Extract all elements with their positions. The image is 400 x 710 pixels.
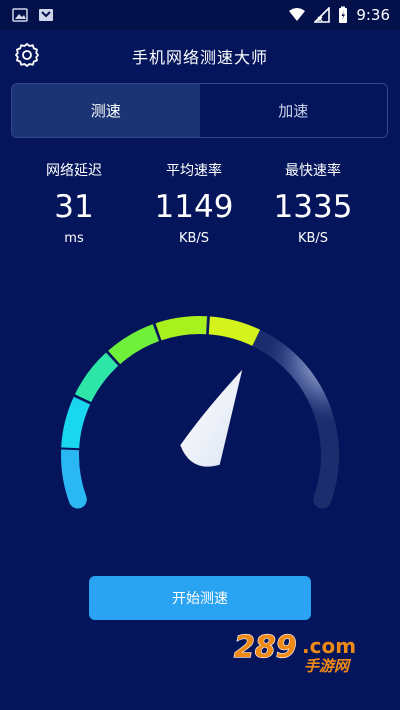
page-title: 手机网络测速大师 — [131, 48, 268, 67]
gallery-icon — [39, 9, 53, 21]
fastest-speed-label: 最快速率 — [285, 163, 341, 179]
gauge-segment — [154, 316, 207, 341]
watermark-logo: 289 .com 手游网 — [233, 629, 356, 675]
tab-speed-test[interactable]: 测速 — [12, 84, 200, 137]
svg-text:289: 289 — [234, 630, 297, 665]
gauge-segment — [74, 352, 119, 404]
signal-icon — [314, 7, 331, 23]
gauge-segment — [207, 316, 261, 347]
fastest-speed-value: 1335 — [273, 189, 353, 225]
wifi-icon — [289, 8, 306, 21]
average-speed-unit: KB/S — [178, 231, 210, 246]
svg-text:手游网: 手游网 — [304, 657, 352, 675]
latency-stat: 网络延迟 31 ms — [14, 160, 134, 249]
tab-bar: 测速 加速 — [11, 83, 388, 138]
image-icon — [12, 8, 28, 22]
fastest-speed-stat: 最快速率 1335 KB/S — [253, 160, 373, 249]
average-speed-label: 平均速率 — [166, 163, 222, 179]
gauge-separator — [60, 447, 81, 451]
gauge-segment — [61, 396, 91, 450]
latency-unit: ms — [64, 231, 84, 246]
speed-gauge — [60, 315, 340, 509]
gauge-glow-arc — [213, 318, 340, 509]
gauge-needle — [180, 369, 243, 467]
gauge-segment — [61, 441, 87, 509]
gauge-separator — [206, 315, 210, 336]
status-bar: 9:36 — [0, 0, 400, 30]
latency-label: 网络延迟 — [46, 163, 102, 179]
average-speed-value: 1149 — [154, 189, 234, 225]
status-time: 9:36 — [356, 6, 390, 24]
battery-icon — [339, 6, 348, 23]
latency-value: 31 — [54, 189, 94, 225]
gauge-segment — [107, 324, 160, 365]
svg-text:.com: .com — [302, 634, 356, 658]
start-test-button[interactable]: 开始测速 — [89, 576, 311, 620]
fastest-speed-unit: KB/S — [297, 231, 329, 246]
tab-accelerate[interactable]: 加速 — [199, 84, 387, 137]
average-speed-stat: 平均速率 1149 KB/S — [134, 160, 254, 249]
